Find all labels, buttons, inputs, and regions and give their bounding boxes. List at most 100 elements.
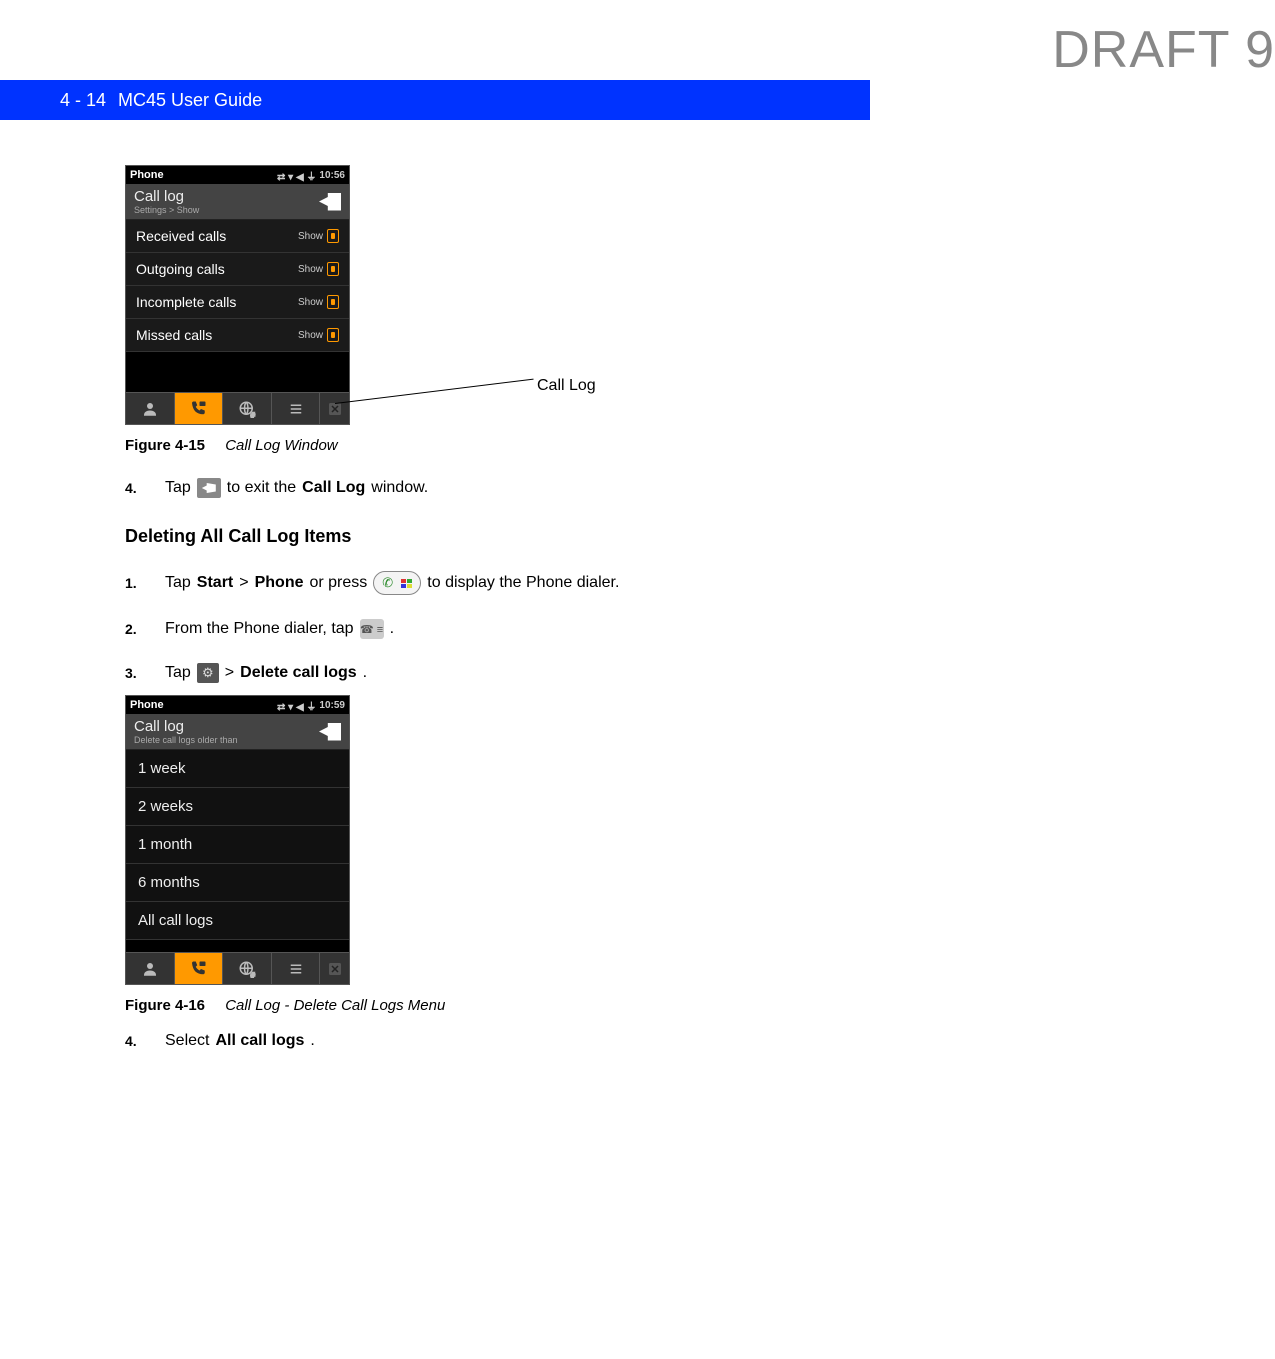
step-number: 4. bbox=[125, 1033, 145, 1049]
step-number: 4. bbox=[125, 480, 145, 496]
status-icons: ⇄ ▾ ◀ ⏚ 10:59 bbox=[277, 698, 345, 713]
step-text: > bbox=[239, 574, 248, 592]
step-bold: Phone bbox=[255, 574, 304, 592]
show-toggle[interactable]: Show bbox=[298, 229, 339, 243]
status-bar: Phone ⇄ ▾ ◀ ⏚ 10:56 bbox=[126, 166, 349, 184]
row-incomplete-calls[interactable]: Incomplete calls Show bbox=[126, 286, 349, 319]
subheading: Deleting All Call Log Items bbox=[125, 526, 1025, 547]
guide-title: MC45 User Guide bbox=[118, 90, 262, 111]
windows-logo-icon bbox=[401, 579, 412, 588]
step-number: 2. bbox=[125, 621, 145, 637]
row-label: Missed calls bbox=[136, 327, 212, 343]
step-text: Tap bbox=[165, 664, 191, 682]
figure-number: Figure 4-16 bbox=[125, 997, 205, 1014]
step-4b: 4. Select All call logs. bbox=[125, 1032, 1025, 1050]
step-bold: Delete call logs bbox=[240, 664, 357, 682]
status-time: 10:56 bbox=[319, 170, 345, 181]
step-text: From the Phone dialer, tap bbox=[165, 620, 354, 638]
toolbar-globe-icon[interactable]: # bbox=[223, 393, 272, 424]
toolbar-close-icon[interactable] bbox=[320, 393, 349, 424]
step-2: 2. From the Phone dialer, tap ☎ ≡ . bbox=[125, 619, 1025, 639]
status-title: Phone bbox=[130, 699, 164, 711]
step-text: to exit the bbox=[227, 479, 296, 497]
row-1-week[interactable]: 1 week bbox=[126, 750, 349, 788]
step-text: Tap bbox=[165, 479, 191, 497]
toggle-icon bbox=[327, 328, 339, 342]
step-4a: 4. Tap to exit the Call Log window. bbox=[125, 478, 1025, 498]
step-number: 1. bbox=[125, 575, 145, 591]
bottom-toolbar: # bbox=[126, 392, 349, 424]
callout-line bbox=[335, 379, 534, 404]
step-text: window. bbox=[371, 479, 428, 497]
header-title: Call log bbox=[134, 188, 199, 205]
figure-number: Figure 4-15 bbox=[125, 437, 205, 454]
toolbar-menu-icon[interactable] bbox=[272, 393, 321, 424]
step-bold: Call Log bbox=[302, 479, 365, 497]
step-text: Tap bbox=[165, 574, 191, 592]
step-1: 1. Tap Start > Phone or press ✆ to displ… bbox=[125, 571, 1025, 595]
step-bold: All call logs bbox=[215, 1032, 304, 1050]
row-label: Outgoing calls bbox=[136, 261, 225, 277]
row-label: Received calls bbox=[136, 228, 226, 244]
toolbar-contacts-icon[interactable] bbox=[126, 393, 175, 424]
bottom-toolbar: # bbox=[126, 952, 349, 984]
step-text: Select bbox=[165, 1032, 209, 1050]
back-arrow-icon[interactable] bbox=[319, 193, 341, 211]
watermark: DRAFT 9 bbox=[1052, 20, 1275, 80]
back-button-icon bbox=[197, 478, 221, 498]
step-number: 3. bbox=[125, 665, 145, 681]
step-3: 3. Tap ⚙ > Delete call logs. bbox=[125, 663, 1025, 683]
show-toggle[interactable]: Show bbox=[298, 295, 339, 309]
row-all-call-logs[interactable]: All call logs bbox=[126, 902, 349, 940]
empty-area bbox=[126, 940, 349, 952]
figure-1-caption: Figure 4-15 Call Log Window bbox=[125, 437, 1025, 454]
toolbar-calllog-icon[interactable] bbox=[175, 953, 224, 984]
step-text: to display the Phone dialer. bbox=[427, 574, 619, 592]
header-subtitle: Delete call logs older than bbox=[134, 735, 238, 745]
status-bar: Phone ⇄ ▾ ◀ ⏚ 10:59 bbox=[126, 696, 349, 714]
callout-label: Call Log bbox=[537, 377, 596, 395]
row-outgoing-calls[interactable]: Outgoing calls Show bbox=[126, 253, 349, 286]
row-received-calls[interactable]: Received calls Show bbox=[126, 220, 349, 253]
status-time: 10:59 bbox=[319, 700, 345, 711]
toggle-icon bbox=[327, 295, 339, 309]
figure-title: Call Log Window bbox=[225, 437, 337, 454]
toggle-icon bbox=[327, 262, 339, 276]
toolbar-menu-icon[interactable] bbox=[272, 953, 321, 984]
step-text: . bbox=[310, 1032, 314, 1050]
svg-text:#: # bbox=[251, 970, 256, 978]
back-arrow-icon[interactable] bbox=[319, 723, 341, 741]
handset-icon: ✆ bbox=[382, 575, 393, 591]
toolbar-calllog-icon[interactable] bbox=[175, 393, 224, 424]
figure-2-caption: Figure 4-16 Call Log - Delete Call Logs … bbox=[125, 997, 1025, 1014]
toolbar-globe-icon[interactable]: # bbox=[223, 953, 272, 984]
page-content: Phone ⇄ ▾ ◀ ⏚ 10:56 Call log Settings > … bbox=[125, 165, 1025, 1050]
step-bold: Start bbox=[197, 574, 233, 592]
status-title: Phone bbox=[130, 169, 164, 181]
show-toggle[interactable]: Show bbox=[298, 328, 339, 342]
call-log-header: Call log Delete call logs older than bbox=[126, 714, 349, 750]
row-missed-calls[interactable]: Missed calls Show bbox=[126, 319, 349, 352]
figure-title: Call Log - Delete Call Logs Menu bbox=[225, 997, 445, 1014]
gear-button-icon: ⚙ bbox=[197, 663, 219, 683]
phone-screenshot-1: Phone ⇄ ▾ ◀ ⏚ 10:56 Call log Settings > … bbox=[125, 165, 350, 425]
row-1-month[interactable]: 1 month bbox=[126, 826, 349, 864]
show-toggle[interactable]: Show bbox=[298, 262, 339, 276]
header-left: Call log Delete call logs older than bbox=[134, 718, 238, 745]
svg-text:#: # bbox=[251, 410, 256, 418]
row-2-weeks[interactable]: 2 weeks bbox=[126, 788, 349, 826]
phone-key-icon: ✆ bbox=[373, 571, 421, 595]
step-text: or press bbox=[309, 574, 367, 592]
status-icons: ⇄ ▾ ◀ ⏚ 10:56 bbox=[277, 168, 345, 183]
toolbar-close-icon[interactable] bbox=[320, 953, 349, 984]
row-6-months[interactable]: 6 months bbox=[126, 864, 349, 902]
toolbar-contacts-icon[interactable] bbox=[126, 953, 175, 984]
step-text: > bbox=[225, 664, 234, 682]
header-subtitle: Settings > Show bbox=[134, 205, 199, 215]
step-text: . bbox=[390, 620, 394, 638]
page-header-bar: 4 - 14 MC45 User Guide bbox=[0, 80, 870, 120]
header-title: Call log bbox=[134, 718, 238, 735]
step-text: . bbox=[363, 664, 367, 682]
figure-1-wrapper: Phone ⇄ ▾ ◀ ⏚ 10:56 Call log Settings > … bbox=[125, 165, 1025, 425]
phone-screenshot-2: Phone ⇄ ▾ ◀ ⏚ 10:59 Call log Delete call… bbox=[125, 695, 350, 985]
